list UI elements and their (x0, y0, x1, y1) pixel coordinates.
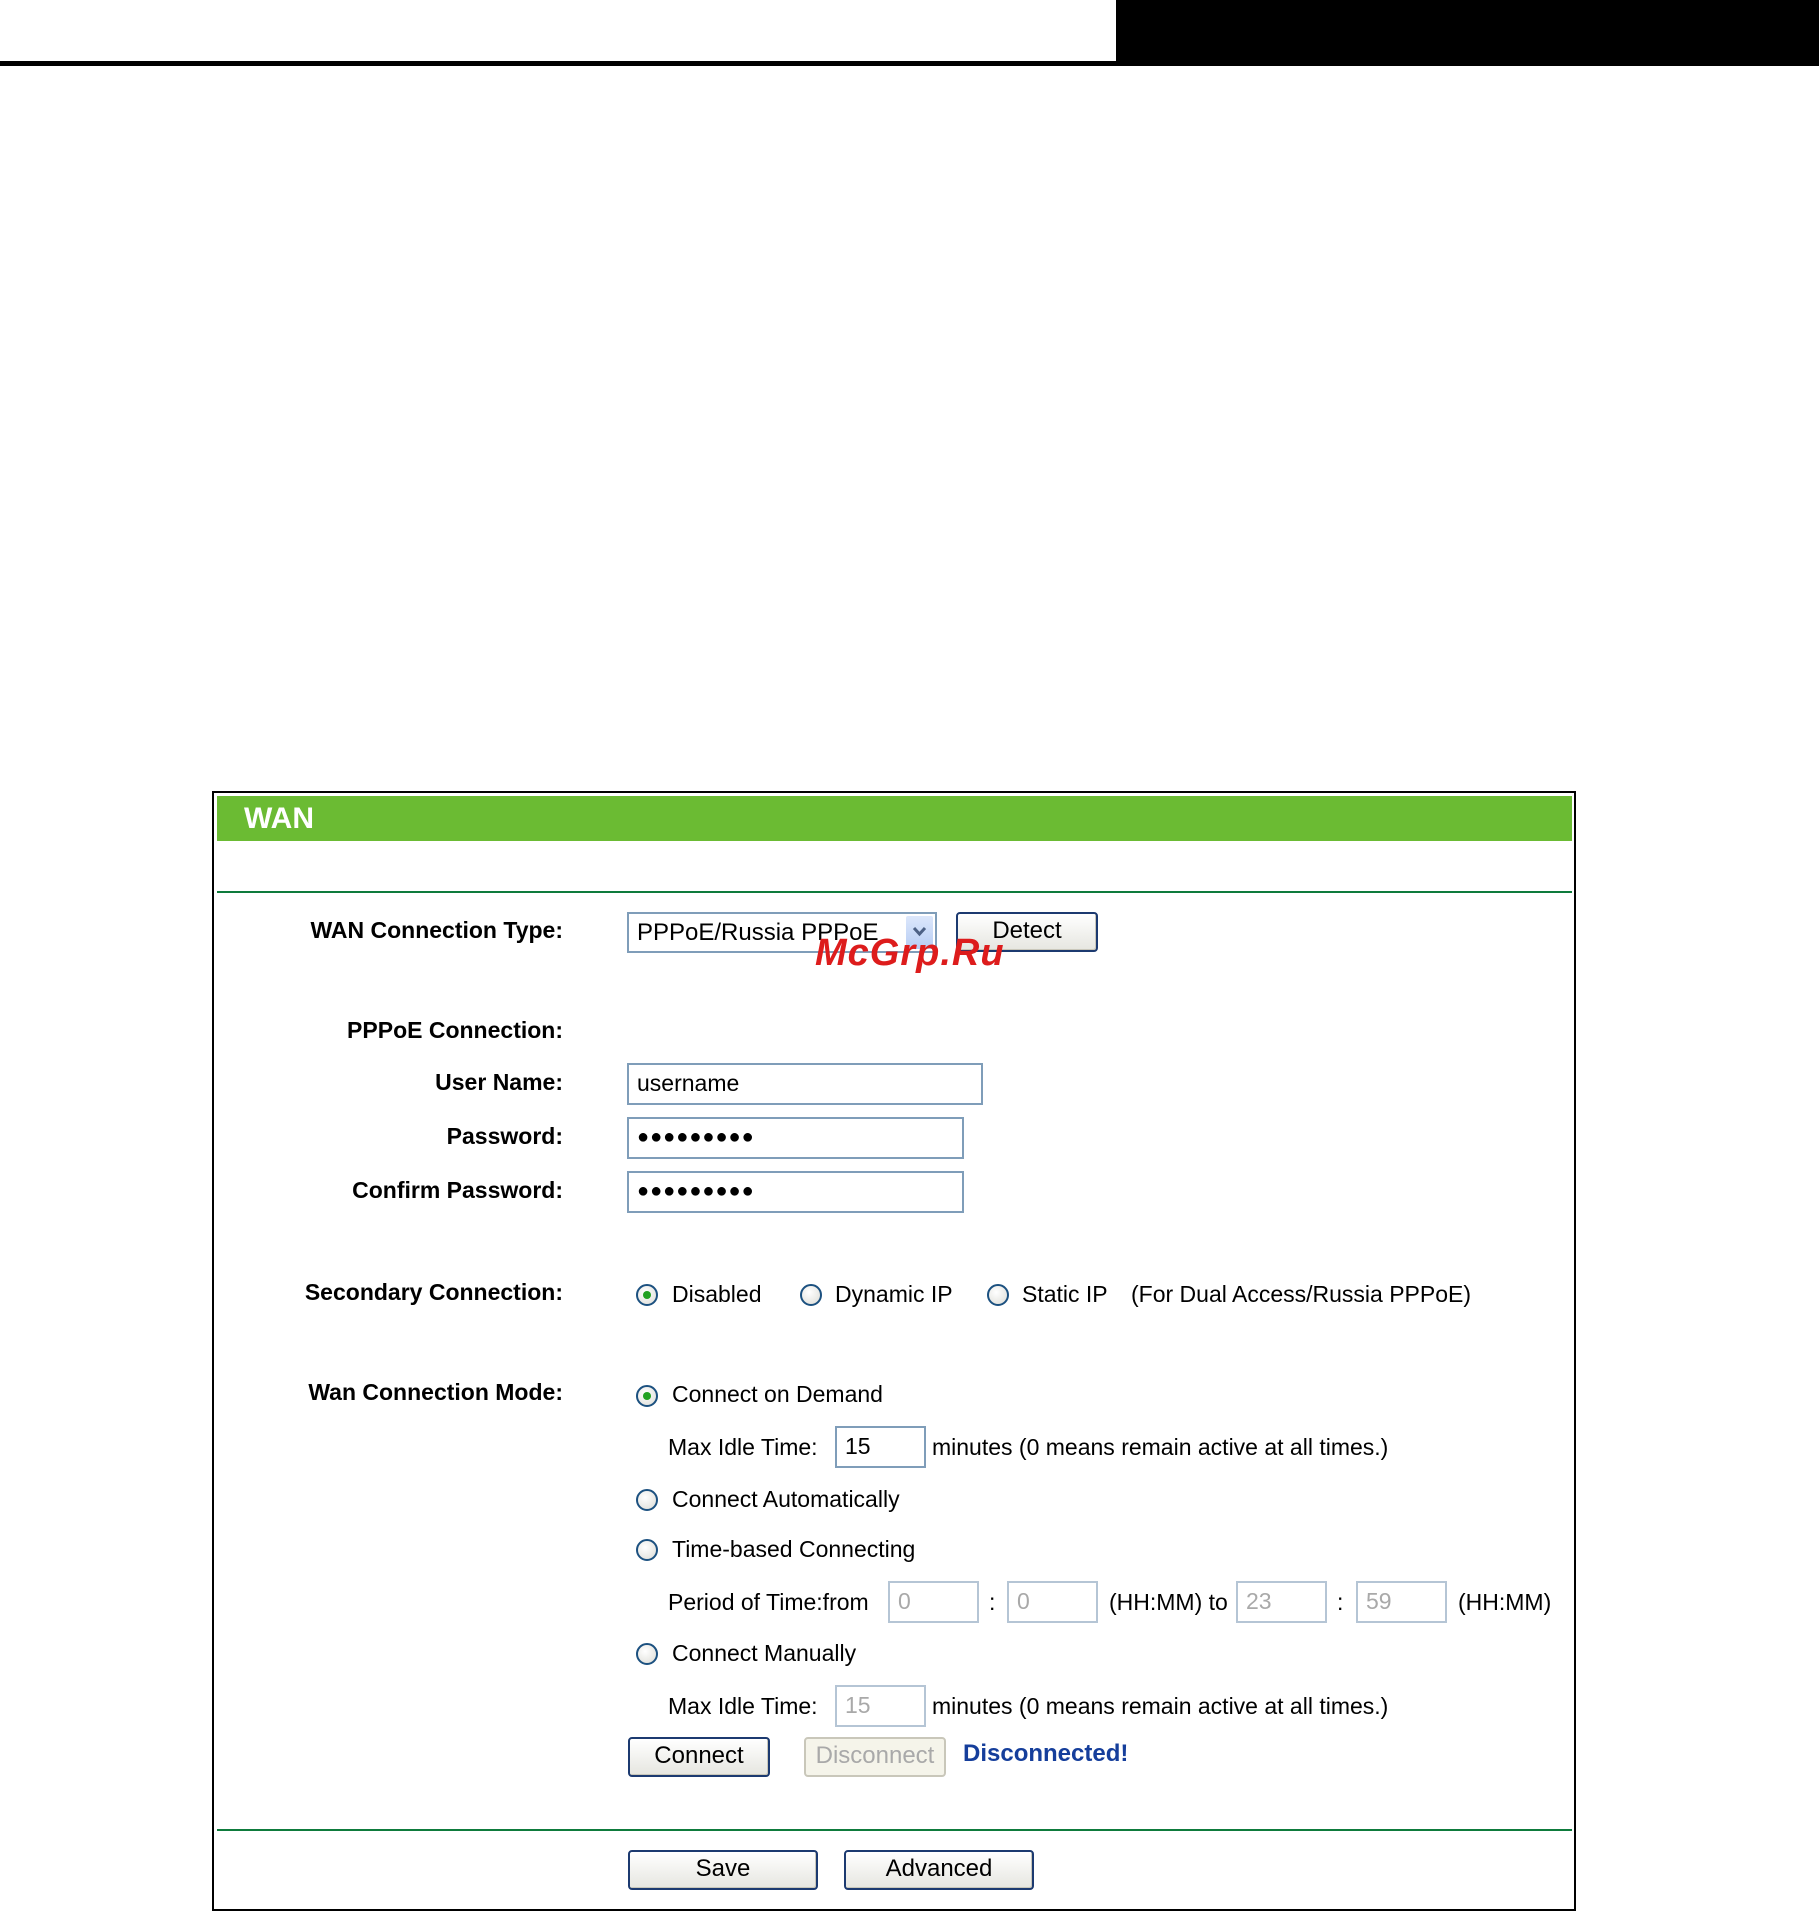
secondary-static-ip-label: Static IP (1022, 1281, 1108, 1307)
page-header-tick (1798, 62, 1819, 64)
mode-on-demand-radio[interactable] (636, 1385, 658, 1407)
hhmm-to-label: (HH:MM) to (1109, 1589, 1228, 1615)
secondary-dynamic-ip-label: Dynamic IP (835, 1281, 953, 1307)
secondary-disabled-label: Disabled (672, 1281, 762, 1307)
divider (217, 1829, 1572, 1831)
mode-time-based-label: Time-based Connecting (672, 1536, 916, 1562)
secondary-disabled-radio[interactable] (636, 1284, 658, 1306)
to-minute-input[interactable]: 59 (1356, 1581, 1447, 1623)
to-hour-input[interactable]: 23 (1236, 1581, 1327, 1623)
connect-button[interactable]: Connect (628, 1737, 770, 1777)
wan-connection-type-label: WAN Connection Type: (310, 917, 563, 943)
password-label: Password: (446, 1123, 563, 1149)
secondary-connection-label: Secondary Connection: (304, 1279, 563, 1305)
advanced-button[interactable]: Advanced (844, 1850, 1034, 1890)
username-input[interactable]: username (627, 1063, 983, 1105)
max-idle-label: Max Idle Time: (668, 1434, 818, 1460)
page-header-tick (1116, 62, 1136, 64)
from-hour-input[interactable]: 0 (888, 1581, 979, 1623)
mode-automatic-radio[interactable] (636, 1489, 658, 1511)
mode-manual-label: Connect Manually (672, 1640, 857, 1666)
secondary-static-ip-radio[interactable] (987, 1284, 1009, 1306)
max-idle-note: minutes (0 means remain active at all ti… (932, 1434, 1389, 1460)
mode-automatic-label: Connect Automatically (672, 1486, 900, 1512)
manual-max-idle-note: minutes (0 means remain active at all ti… (932, 1693, 1389, 1719)
pppoe-connection-label: PPPoE Connection: (347, 1017, 563, 1043)
mode-on-demand-label: Connect on Demand (672, 1381, 883, 1407)
confirm-password-input[interactable]: ●●●●●●●●● (627, 1171, 964, 1213)
secondary-note: (For Dual Access/Russia PPPoE) (1131, 1281, 1472, 1307)
confirm-password-label: Confirm Password: (352, 1177, 563, 1203)
max-idle-input[interactable]: 15 (835, 1426, 926, 1468)
mode-time-based-radio[interactable] (636, 1539, 658, 1561)
manual-max-idle-input[interactable]: 15 (835, 1685, 926, 1727)
from-minute-input[interactable]: 0 (1007, 1581, 1098, 1623)
page-header-block (1116, 0, 1819, 62)
panel-title-bar (217, 796, 1572, 841)
hhmm-label: (HH:MM) (1458, 1589, 1552, 1615)
password-input[interactable]: ●●●●●●●●● (627, 1117, 964, 1159)
time-colon: : (1337, 1589, 1344, 1615)
time-colon: : (989, 1589, 996, 1615)
period-of-time-label: Period of Time:from (668, 1589, 869, 1615)
save-button[interactable]: Save (628, 1850, 818, 1890)
username-label: User Name: (435, 1069, 563, 1095)
secondary-dynamic-ip-radio[interactable] (800, 1284, 822, 1306)
disconnect-button[interactable]: Disconnect (804, 1737, 946, 1777)
mode-manual-radio[interactable] (636, 1643, 658, 1665)
divider (217, 891, 1572, 893)
wan-connection-mode-label: Wan Connection Mode: (308, 1379, 563, 1405)
watermark: McGrp.Ru (815, 932, 1005, 974)
panel-title: WAN (244, 802, 314, 835)
manual-max-idle-label: Max Idle Time: (668, 1693, 818, 1719)
connection-status: Disconnected! (963, 1740, 1129, 1767)
